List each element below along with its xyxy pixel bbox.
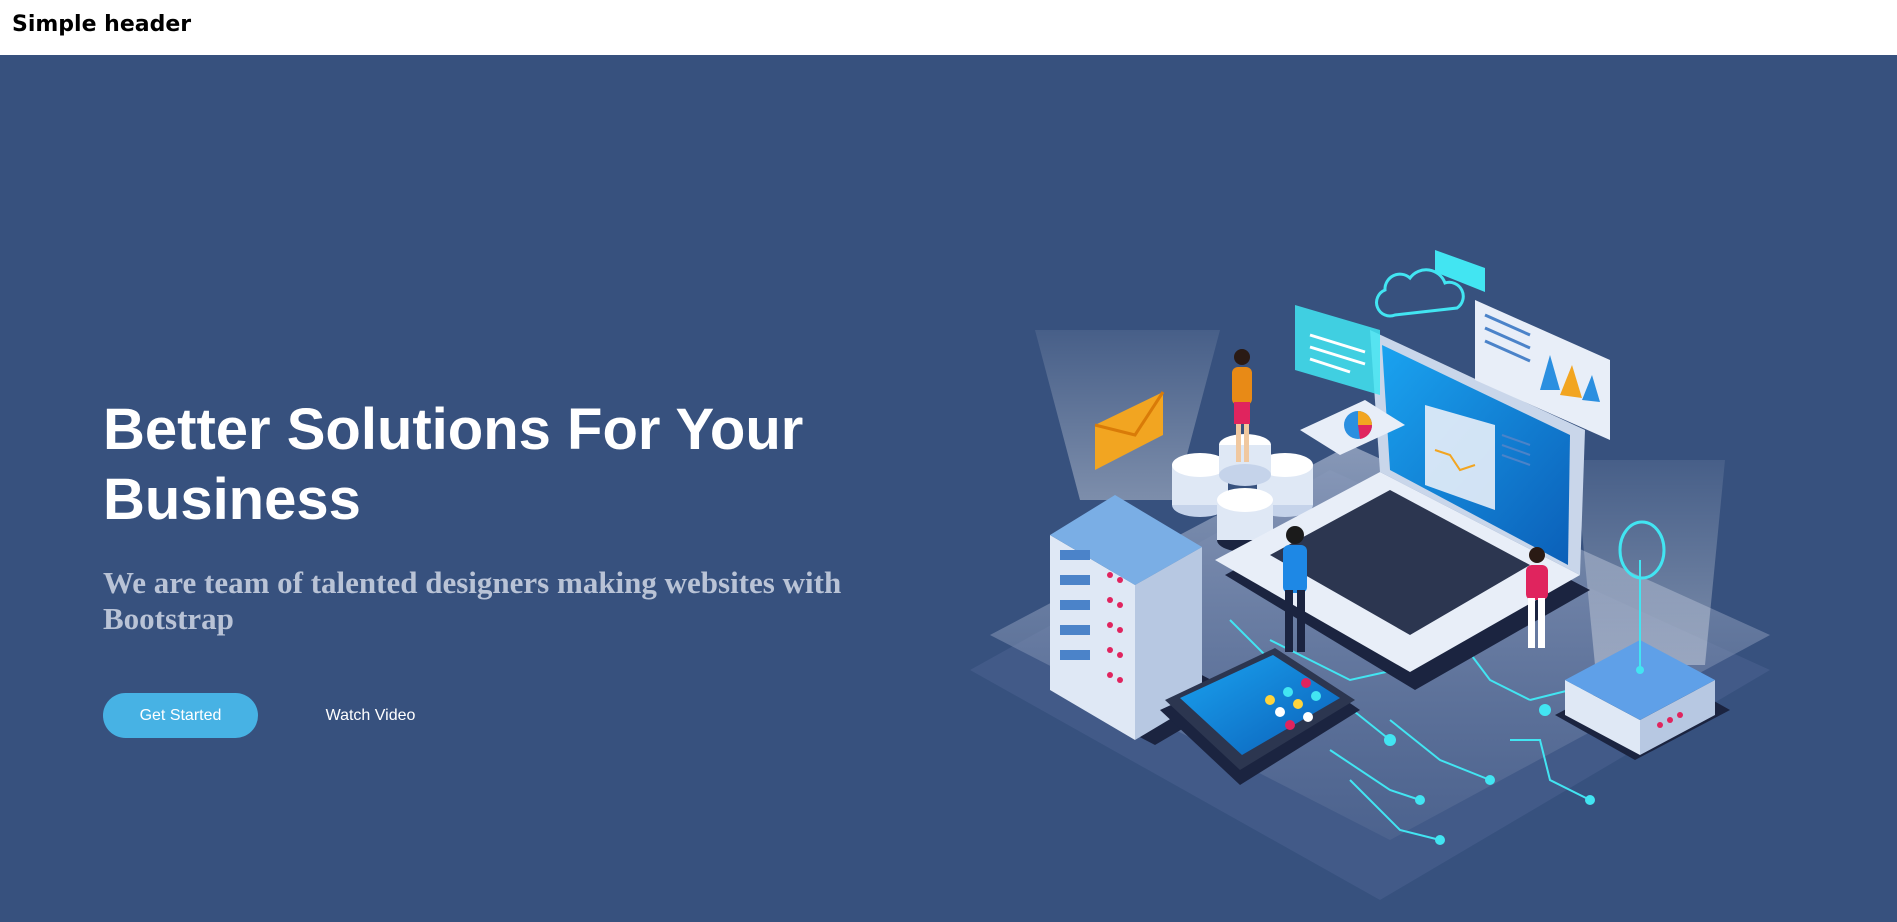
top-header: Simple header bbox=[0, 0, 1897, 55]
get-started-button[interactable]: Get Started bbox=[103, 693, 258, 738]
hero-subtitle: We are team of talented designers making… bbox=[103, 565, 842, 636]
header-title: Simple header bbox=[12, 12, 192, 37]
hero-illustration bbox=[970, 250, 1770, 900]
hero-title: Better Solutions For Your Business bbox=[103, 397, 804, 532]
watch-video-button[interactable]: Watch Video bbox=[308, 693, 433, 738]
